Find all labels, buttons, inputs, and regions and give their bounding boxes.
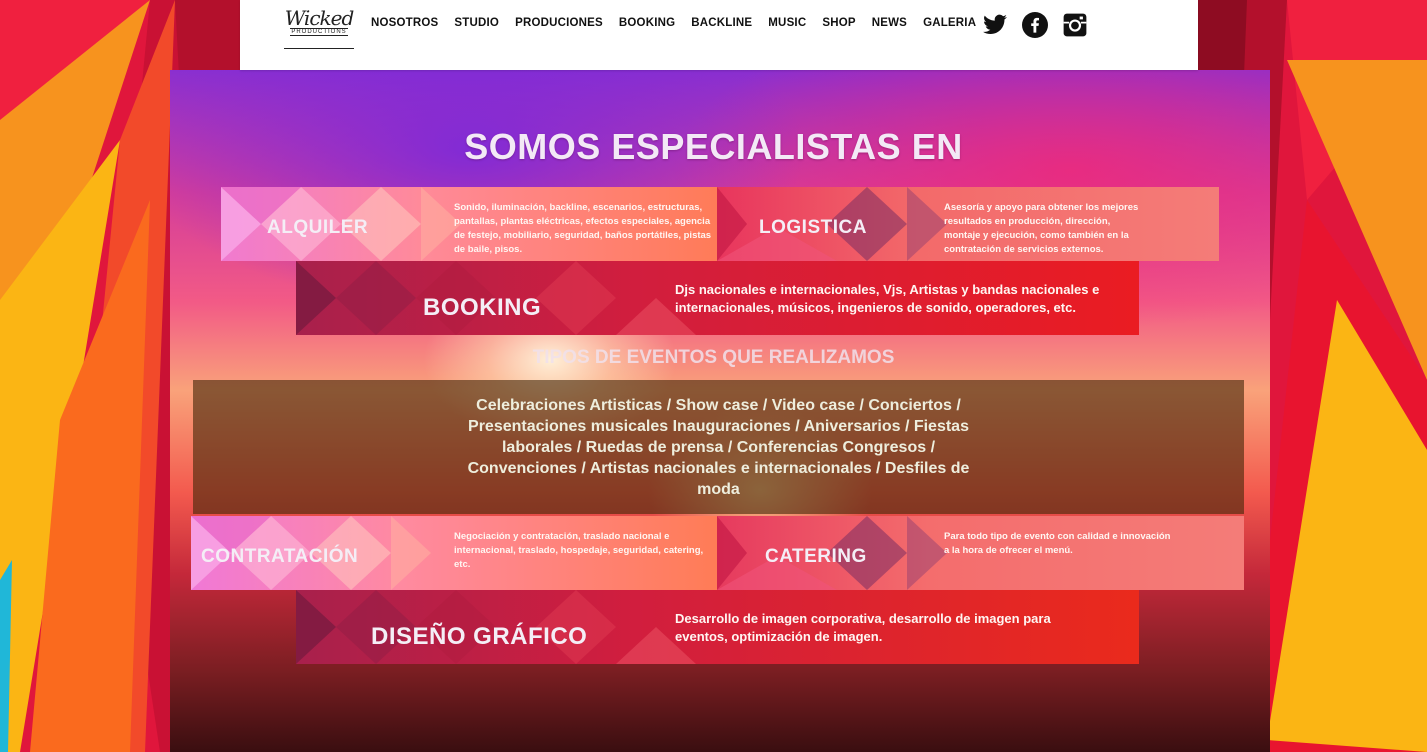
service-desc-booking: Djs nacionales e internacionales, Vjs, A… (675, 282, 1100, 315)
service-desc-catering: Para todo tipo de evento con calidad e i… (944, 531, 1171, 556)
service-desc-logistica: Asesoría y apoyo para obtener los mejore… (944, 202, 1139, 255)
events-box: Celebraciones Artisticas / Show case / V… (193, 380, 1244, 514)
nav-item-news[interactable]: NEWS (872, 17, 907, 29)
nav-item-galeria[interactable]: GALERIA (923, 17, 976, 29)
service-desc-diseno: Desarrollo de imagen corporativa, desarr… (675, 611, 1051, 644)
logo-sub: PRODUCTIONS (290, 28, 348, 36)
nav-item-nosotros[interactable]: NOSOTROS (371, 17, 438, 29)
nav-item-music[interactable]: MUSIC (768, 17, 806, 29)
service-booking: BOOKING Djs nacionales e internacionales… (296, 261, 1139, 335)
service-label-contratacion: CONTRATACIÓN (201, 546, 359, 567)
nav-item-shop[interactable]: SHOP (822, 17, 855, 29)
service-alquiler: ALQUILER Sonido, iluminación, backline, … (221, 187, 717, 261)
twitter-icon[interactable] (982, 12, 1008, 38)
page-title: SOMOS ESPECIALISTAS EN (464, 126, 963, 167)
service-desc-alquiler: Sonido, iluminación, backline, escenario… (454, 202, 712, 255)
nav-item-booking[interactable]: BOOKING (619, 17, 675, 29)
service-label-logistica: LOGISTICA (759, 217, 867, 238)
nav-item-produciones[interactable]: PRODUCIONES (515, 17, 603, 29)
service-diseno: DISEÑO GRÁFICO Desarrollo de imagen corp… (296, 590, 1139, 664)
nav-item-studio[interactable]: STUDIO (454, 17, 499, 29)
main-nav: NOSOTROS STUDIO PRODUCIONES BOOKING BACK… (371, 17, 992, 29)
facebook-icon[interactable] (1022, 12, 1048, 38)
service-label-catering: CATERING (765, 546, 867, 567)
service-label-diseno: DISEÑO GRÁFICO (371, 623, 588, 650)
instagram-icon[interactable] (1062, 12, 1088, 38)
nav-item-backline[interactable]: BACKLINE (691, 17, 752, 29)
events-list: Celebraciones Artisticas / Show case / V… (467, 397, 970, 498)
service-contratacion: CONTRATACIÓN Negociación y contratación,… (191, 516, 717, 590)
service-desc-contratacion: Negociación y contratación, traslado nac… (454, 531, 704, 570)
service-catering: CATERING Para todo tipo de evento con ca… (717, 516, 1244, 590)
brand-logo[interactable]: Wicked PRODUCTIONS (284, 8, 354, 49)
service-logistica: LOGISTICA Asesoría y apoyo para obtener … (717, 187, 1219, 261)
logo-script: Wicked (284, 6, 355, 30)
social-links (982, 12, 1088, 38)
service-label-alquiler: ALQUILER (267, 217, 369, 238)
service-label-booking: BOOKING (423, 294, 542, 321)
top-nav-bar: Wicked PRODUCTIONS NOSOTROS STUDIO PRODU… (240, 0, 1198, 70)
events-title: TIPOS DE EVENTOS QUE REALIZAMOS (532, 347, 895, 368)
